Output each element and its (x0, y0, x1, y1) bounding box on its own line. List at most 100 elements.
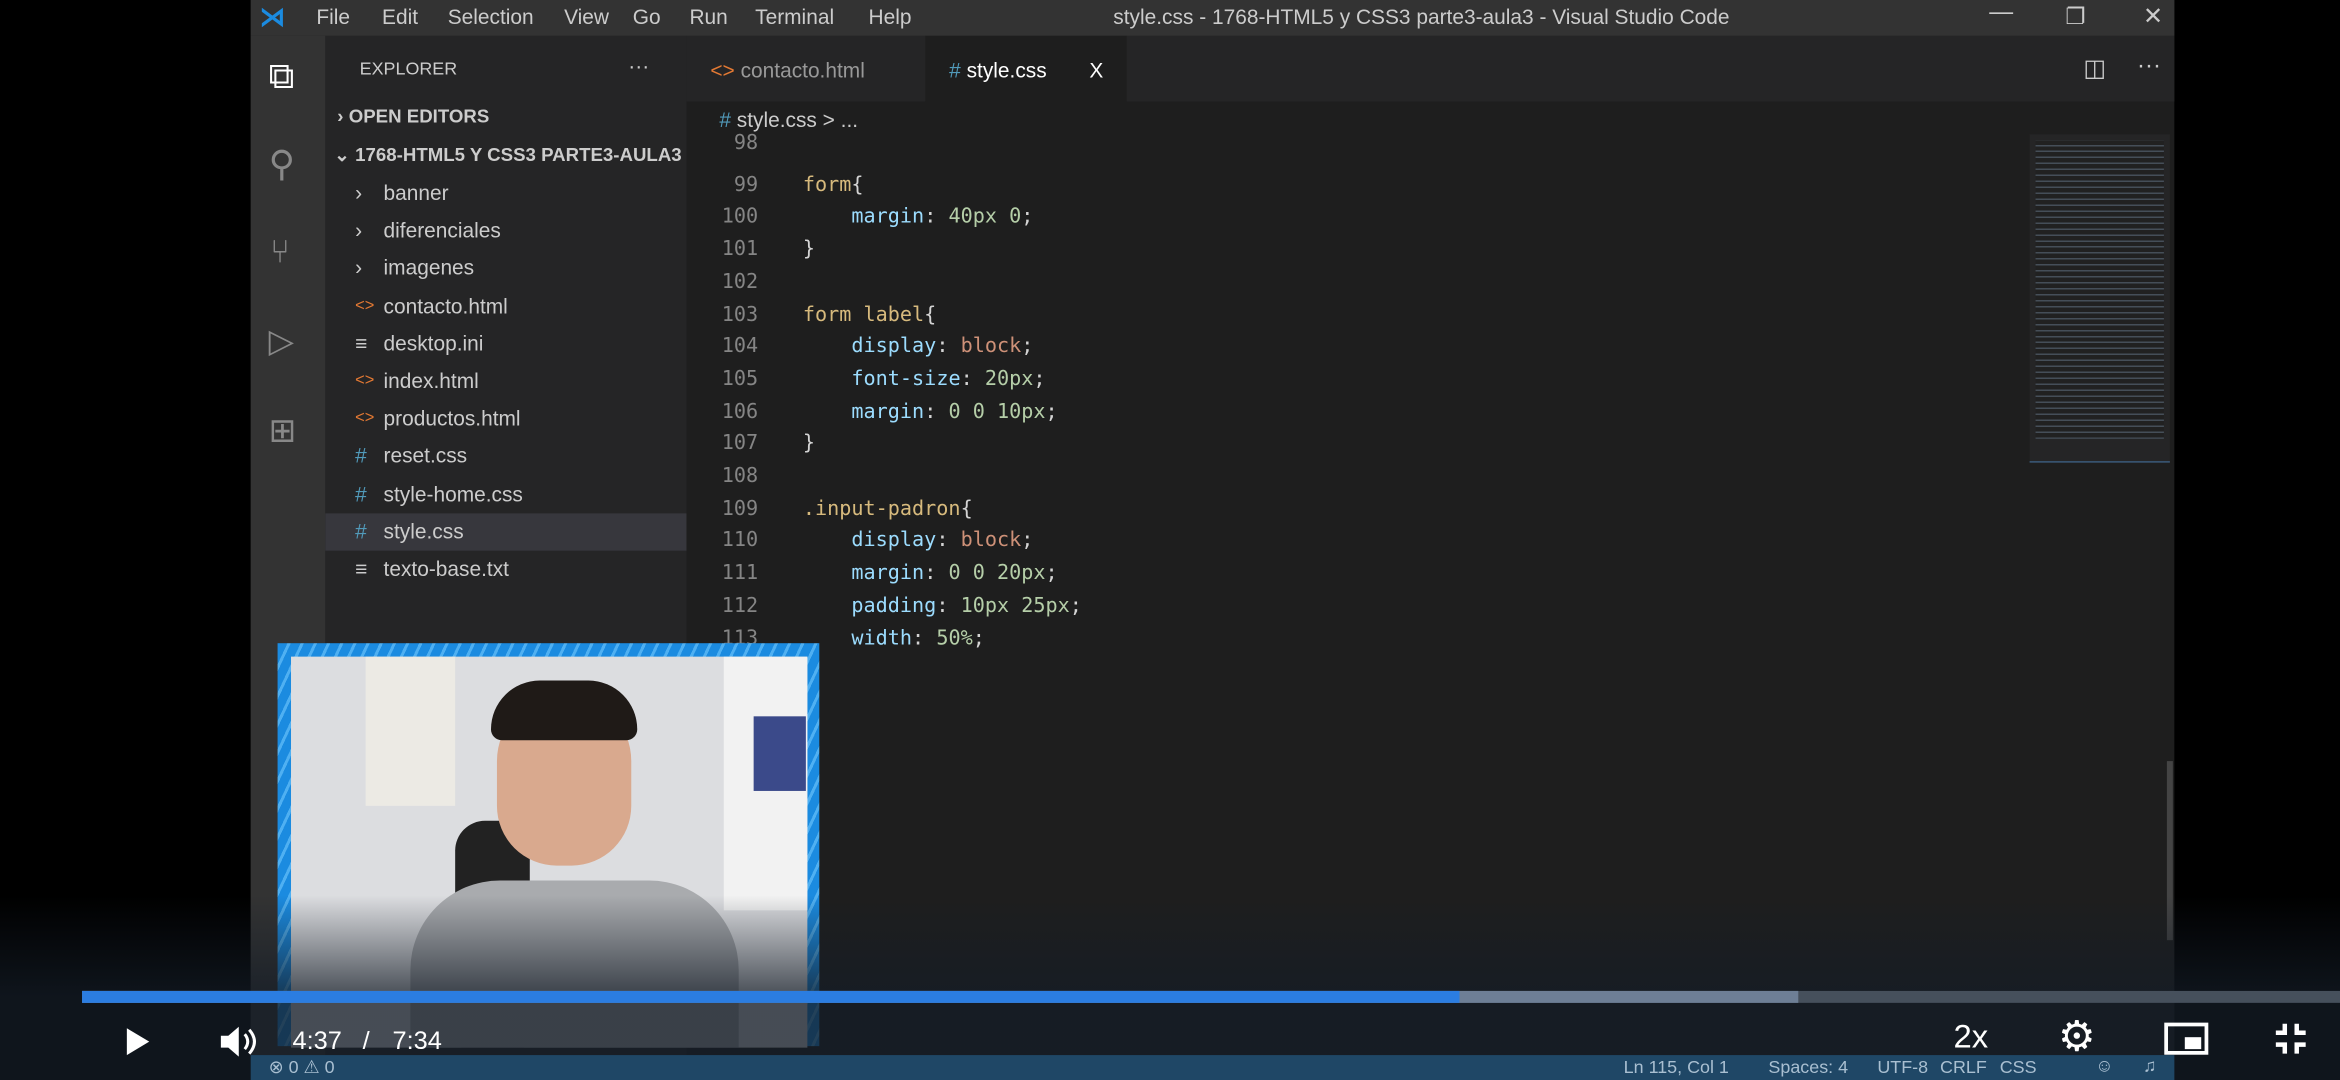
code-token: : (936, 334, 961, 359)
breadcrumb-file[interactable]: style.css (737, 107, 817, 131)
chevron-right-icon: › (337, 105, 344, 127)
open-editors-section[interactable]: › OPEN EDITORS (325, 98, 686, 135)
file-item-style-css[interactable]: # style.css (325, 513, 687, 551)
close-tab-icon[interactable]: X (1089, 36, 1103, 105)
code-token: font-size (851, 366, 961, 391)
bell-icon[interactable]: ♫ (2143, 1055, 2156, 1076)
menu-go[interactable]: Go (633, 4, 661, 28)
code-token: .input-padron (802, 496, 961, 521)
code-line[interactable]: form{ (803, 173, 864, 197)
progress-bar[interactable] (82, 990, 2340, 1003)
editor-more-icon[interactable]: ··· (2137, 54, 2161, 81)
code-line[interactable]: margin: 40px 0; (803, 205, 1033, 229)
code-token: 0 0 20px (948, 561, 1046, 586)
minimap[interactable] (2029, 134, 2170, 463)
search-icon[interactable]: ⚲ (269, 143, 295, 186)
code-line[interactable]: } (803, 237, 815, 261)
tab-style-css[interactable]: # style.css X (925, 35, 1127, 105)
code-line[interactable]: display: block; (803, 529, 1033, 553)
explorer-header: EXPLORER (359, 58, 458, 80)
problems-indicator[interactable]: ⊗ 0 ⚠ 0 (269, 1057, 335, 1078)
title-bar: ⋊ File Edit Selection View Go Run Terminal Help… (250, 0, 2175, 36)
cursor-position[interactable]: Ln 115, Col 1 (1624, 1057, 1729, 1078)
file-label: style-home.css (383, 481, 523, 506)
feedback-icon[interactable]: ☺ (2095, 1055, 2113, 1076)
exit-fullscreen-icon (2275, 1023, 2306, 1054)
settings-gear-icon[interactable]: ⚙ (2058, 1012, 2095, 1061)
code-token: : (924, 561, 949, 586)
code-line[interactable]: margin: 0 0 10px; (803, 399, 1058, 424)
menu-view[interactable]: View (564, 4, 609, 28)
split-editor-icon[interactable]: ◫ (2083, 54, 2106, 84)
menu-file[interactable]: File (316, 4, 350, 28)
line-number: 105 (721, 366, 759, 391)
window-title: style.css - 1768-HTML5 y CSS3 parte3-aul… (1113, 4, 1730, 29)
minimize-icon[interactable]: — (1989, 0, 2013, 27)
miniplayer-button[interactable] (2164, 1021, 2209, 1057)
volume-button[interactable] (218, 1024, 263, 1060)
line-ending[interactable]: CRLF (1940, 1057, 1987, 1078)
file-item-banner[interactable]: › banner (325, 175, 686, 212)
video-player[interactable]: ⋊ File Edit Selection View Go Run Terminal Help… (0, 0, 2340, 1080)
editor-tabs: <> contacto.html # style.css X ◫ ··· (686, 35, 2175, 105)
exit-fullscreen-button[interactable] (2273, 1021, 2309, 1057)
file-item-desktop-ini[interactable]: ≡ desktop.ini (325, 325, 686, 362)
code-token: 0 0 10px (948, 399, 1046, 424)
tab-contacto-html[interactable]: <> contacto.html (686, 36, 925, 102)
code-token: : (936, 593, 961, 618)
close-window-icon[interactable]: ✕ (2143, 1, 2163, 31)
code-token: margin (851, 399, 925, 424)
more-actions-icon[interactable]: ··· (628, 54, 649, 78)
file-label: desktop.ini (383, 330, 484, 355)
file-label: style.css (383, 519, 464, 543)
file-item-contacto-html[interactable]: <> contacto.html (325, 287, 686, 324)
menu-terminal[interactable]: Terminal (755, 4, 834, 28)
play-button[interactable] (122, 1024, 152, 1060)
menu-selection[interactable]: Selection (448, 4, 534, 28)
playback-speed-button[interactable]: 2x (1953, 1018, 1988, 1057)
breadcrumb-rest[interactable]: > ... (823, 107, 858, 131)
html-icon: <> (710, 58, 735, 83)
code-line[interactable]: width: 50%; (803, 626, 984, 650)
run-debug-icon[interactable]: ▷ (269, 322, 294, 361)
file-item-index-html[interactable]: <> index.html (325, 363, 686, 400)
code-line[interactable]: form label{ (803, 302, 936, 326)
section-label: OPEN EDITORS (348, 105, 490, 127)
file-item-imagenes[interactable]: › imagenes (325, 250, 686, 287)
code-line[interactable]: margin: 0 0 20px; (803, 561, 1058, 586)
file-item-productos-html[interactable]: <> productos.html (325, 400, 686, 437)
code-token: ; (1045, 561, 1058, 586)
code-line[interactable]: padding: 10px 25px; (803, 594, 1082, 618)
indentation[interactable]: Spaces: 4 (1768, 1057, 1848, 1078)
code-line[interactable]: } (803, 432, 815, 456)
source-control-icon[interactable]: ⑂ (270, 233, 290, 272)
code-line[interactable]: font-size: 20px; (803, 366, 1045, 391)
language-mode[interactable]: CSS (2000, 1057, 2037, 1078)
file-item-texto-base-txt[interactable]: ≡ texto-base.txt (325, 551, 686, 588)
explorer-icon[interactable]: ⧉ (269, 57, 295, 99)
file-item-reset-css[interactable]: # reset.css (325, 438, 686, 475)
file-icon: ≡ (355, 556, 368, 581)
menu-run[interactable]: Run (689, 4, 727, 28)
project-folder[interactable]: ⌄ 1768-HTML5 Y CSS3 PARTE3-AULA3 (325, 137, 686, 174)
code-token: : (924, 399, 949, 424)
restore-icon[interactable]: ❐ (2065, 3, 2085, 30)
menu-help[interactable]: Help (869, 4, 912, 28)
file-item-diferenciales[interactable]: › diferenciales (325, 212, 686, 249)
encoding[interactable]: UTF-8 (1877, 1057, 1928, 1078)
code-token: width (851, 626, 913, 650)
play-icon (126, 1028, 150, 1056)
menu-edit[interactable]: Edit (382, 4, 418, 28)
code-line[interactable]: display: block; (803, 334, 1033, 359)
line-number: 100 (721, 205, 759, 229)
code-token: ; (1045, 399, 1058, 424)
html-icon: <> (355, 409, 375, 428)
line-number: 106 (721, 399, 759, 424)
code-line[interactable]: .input-padron{ (803, 496, 973, 520)
file-item-style-home-css[interactable]: # style-home.css (325, 475, 686, 512)
extensions-icon[interactable]: ⊞ (269, 412, 297, 451)
